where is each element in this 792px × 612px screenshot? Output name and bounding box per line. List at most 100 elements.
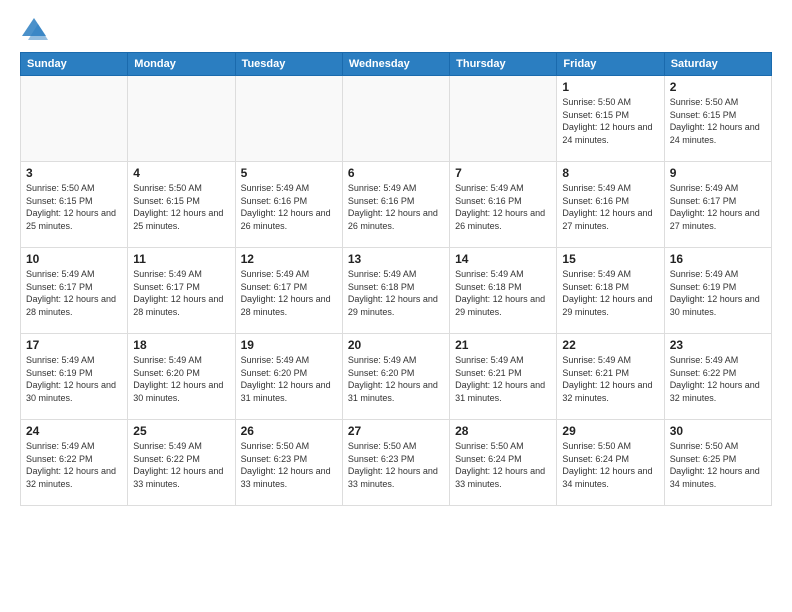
calendar-cell: 16 Sunrise: 5:49 AM Sunset: 6:19 PM Dayli…: [664, 248, 771, 334]
calendar-cell: [235, 76, 342, 162]
logo-icon: [20, 16, 48, 44]
day-header-monday: Monday: [128, 53, 235, 76]
day-number: 28: [455, 424, 551, 438]
day-number: 6: [348, 166, 444, 180]
calendar-week-2: 10 Sunrise: 5:49 AM Sunset: 6:17 PM Dayli…: [21, 248, 772, 334]
calendar-cell: [450, 76, 557, 162]
calendar-cell: 30 Sunrise: 5:50 AM Sunset: 6:25 PM Dayli…: [664, 420, 771, 506]
day-info: Sunrise: 5:49 AM Sunset: 6:17 PM Dayligh…: [670, 182, 766, 232]
calendar-cell: 17 Sunrise: 5:49 AM Sunset: 6:19 PM Dayli…: [21, 334, 128, 420]
calendar-cell: 28 Sunrise: 5:50 AM Sunset: 6:24 PM Dayli…: [450, 420, 557, 506]
day-info: Sunrise: 5:49 AM Sunset: 6:16 PM Dayligh…: [348, 182, 444, 232]
day-info: Sunrise: 5:50 AM Sunset: 6:23 PM Dayligh…: [241, 440, 337, 490]
day-number: 4: [133, 166, 229, 180]
day-number: 21: [455, 338, 551, 352]
calendar-cell: 26 Sunrise: 5:50 AM Sunset: 6:23 PM Dayli…: [235, 420, 342, 506]
day-number: 3: [26, 166, 122, 180]
day-info: Sunrise: 5:50 AM Sunset: 6:23 PM Dayligh…: [348, 440, 444, 490]
day-info: Sunrise: 5:49 AM Sunset: 6:21 PM Dayligh…: [562, 354, 658, 404]
day-info: Sunrise: 5:49 AM Sunset: 6:16 PM Dayligh…: [562, 182, 658, 232]
day-header-friday: Friday: [557, 53, 664, 76]
day-number: 16: [670, 252, 766, 266]
calendar-week-0: 1Sunrise: 5:50 AM Sunset: 6:15 PM Daylig…: [21, 76, 772, 162]
calendar-cell: 9 Sunrise: 5:49 AM Sunset: 6:17 PM Daylig…: [664, 162, 771, 248]
day-number: 30: [670, 424, 766, 438]
day-info: Sunrise: 5:49 AM Sunset: 6:19 PM Dayligh…: [26, 354, 122, 404]
day-info: Sunrise: 5:49 AM Sunset: 6:20 PM Dayligh…: [241, 354, 337, 404]
day-header-sunday: Sunday: [21, 53, 128, 76]
calendar: SundayMondayTuesdayWednesdayThursdayFrid…: [20, 52, 772, 506]
day-info: Sunrise: 5:50 AM Sunset: 6:15 PM Dayligh…: [562, 96, 658, 146]
page: SundayMondayTuesdayWednesdayThursdayFrid…: [0, 0, 792, 516]
calendar-cell: 18 Sunrise: 5:49 AM Sunset: 6:20 PM Dayli…: [128, 334, 235, 420]
day-number: 18: [133, 338, 229, 352]
day-header-thursday: Thursday: [450, 53, 557, 76]
calendar-cell: 21 Sunrise: 5:49 AM Sunset: 6:21 PM Dayli…: [450, 334, 557, 420]
day-info: Sunrise: 5:49 AM Sunset: 6:18 PM Dayligh…: [562, 268, 658, 318]
calendar-cell: 3 Sunrise: 5:50 AM Sunset: 6:15 PM Daylig…: [21, 162, 128, 248]
calendar-cell: 1Sunrise: 5:50 AM Sunset: 6:15 PM Daylig…: [557, 76, 664, 162]
calendar-cell: 11Sunrise: 5:49 AM Sunset: 6:17 PM Dayli…: [128, 248, 235, 334]
calendar-header-row: SundayMondayTuesdayWednesdayThursdayFrid…: [21, 53, 772, 76]
calendar-cell: 22 Sunrise: 5:49 AM Sunset: 6:21 PM Dayli…: [557, 334, 664, 420]
day-number: 7: [455, 166, 551, 180]
day-number: 9: [670, 166, 766, 180]
day-info: Sunrise: 5:49 AM Sunset: 6:22 PM Dayligh…: [133, 440, 229, 490]
day-number: 22: [562, 338, 658, 352]
calendar-cell: 6 Sunrise: 5:49 AM Sunset: 6:16 PM Daylig…: [342, 162, 449, 248]
day-number: 8: [562, 166, 658, 180]
calendar-cell: 13 Sunrise: 5:49 AM Sunset: 6:18 PM Dayli…: [342, 248, 449, 334]
day-number: 2: [670, 80, 766, 94]
calendar-cell: 2 Sunrise: 5:50 AM Sunset: 6:15 PM Daylig…: [664, 76, 771, 162]
header: [20, 16, 772, 44]
day-info: Sunrise: 5:50 AM Sunset: 6:15 PM Dayligh…: [670, 96, 766, 146]
calendar-cell: 4Sunrise: 5:50 AM Sunset: 6:15 PM Daylig…: [128, 162, 235, 248]
calendar-cell: 24 Sunrise: 5:49 AM Sunset: 6:22 PM Dayli…: [21, 420, 128, 506]
day-number: 12: [241, 252, 337, 266]
day-info: Sunrise: 5:50 AM Sunset: 6:24 PM Dayligh…: [562, 440, 658, 490]
day-info: Sunrise: 5:49 AM Sunset: 6:17 PM Dayligh…: [241, 268, 337, 318]
calendar-cell: [128, 76, 235, 162]
logo: [20, 16, 52, 44]
day-info: Sunrise: 5:49 AM Sunset: 6:19 PM Dayligh…: [670, 268, 766, 318]
day-info: Sunrise: 5:49 AM Sunset: 6:17 PM Dayligh…: [133, 268, 229, 318]
day-info: Sunrise: 5:49 AM Sunset: 6:20 PM Dayligh…: [133, 354, 229, 404]
day-header-saturday: Saturday: [664, 53, 771, 76]
day-info: Sunrise: 5:49 AM Sunset: 6:16 PM Dayligh…: [241, 182, 337, 232]
calendar-cell: 19 Sunrise: 5:49 AM Sunset: 6:20 PM Dayli…: [235, 334, 342, 420]
day-info: Sunrise: 5:49 AM Sunset: 6:21 PM Dayligh…: [455, 354, 551, 404]
day-info: Sunrise: 5:49 AM Sunset: 6:17 PM Dayligh…: [26, 268, 122, 318]
day-number: 26: [241, 424, 337, 438]
calendar-cell: 12 Sunrise: 5:49 AM Sunset: 6:17 PM Dayli…: [235, 248, 342, 334]
calendar-cell: 14Sunrise: 5:49 AM Sunset: 6:18 PM Dayli…: [450, 248, 557, 334]
day-number: 13: [348, 252, 444, 266]
day-number: 27: [348, 424, 444, 438]
day-number: 29: [562, 424, 658, 438]
day-info: Sunrise: 5:49 AM Sunset: 6:20 PM Dayligh…: [348, 354, 444, 404]
day-info: Sunrise: 5:49 AM Sunset: 6:18 PM Dayligh…: [348, 268, 444, 318]
day-info: Sunrise: 5:50 AM Sunset: 6:24 PM Dayligh…: [455, 440, 551, 490]
calendar-cell: 15 Sunrise: 5:49 AM Sunset: 6:18 PM Dayli…: [557, 248, 664, 334]
day-header-wednesday: Wednesday: [342, 53, 449, 76]
calendar-cell: 23Sunrise: 5:49 AM Sunset: 6:22 PM Dayli…: [664, 334, 771, 420]
day-info: Sunrise: 5:49 AM Sunset: 6:22 PM Dayligh…: [26, 440, 122, 490]
day-number: 20: [348, 338, 444, 352]
day-header-tuesday: Tuesday: [235, 53, 342, 76]
day-number: 10: [26, 252, 122, 266]
calendar-cell: 29 Sunrise: 5:50 AM Sunset: 6:24 PM Dayli…: [557, 420, 664, 506]
calendar-cell: 10 Sunrise: 5:49 AM Sunset: 6:17 PM Dayli…: [21, 248, 128, 334]
day-info: Sunrise: 5:49 AM Sunset: 6:18 PM Dayligh…: [455, 268, 551, 318]
day-number: 17: [26, 338, 122, 352]
day-number: 23: [670, 338, 766, 352]
day-info: Sunrise: 5:50 AM Sunset: 6:25 PM Dayligh…: [670, 440, 766, 490]
calendar-cell: 5Sunrise: 5:49 AM Sunset: 6:16 PM Daylig…: [235, 162, 342, 248]
day-number: 19: [241, 338, 337, 352]
calendar-cell: [342, 76, 449, 162]
day-number: 24: [26, 424, 122, 438]
day-number: 15: [562, 252, 658, 266]
calendar-cell: 25Sunrise: 5:49 AM Sunset: 6:22 PM Dayli…: [128, 420, 235, 506]
calendar-week-1: 3 Sunrise: 5:50 AM Sunset: 6:15 PM Daylig…: [21, 162, 772, 248]
day-info: Sunrise: 5:50 AM Sunset: 6:15 PM Dayligh…: [26, 182, 122, 232]
calendar-cell: 7 Sunrise: 5:49 AM Sunset: 6:16 PM Daylig…: [450, 162, 557, 248]
day-info: Sunrise: 5:49 AM Sunset: 6:16 PM Dayligh…: [455, 182, 551, 232]
